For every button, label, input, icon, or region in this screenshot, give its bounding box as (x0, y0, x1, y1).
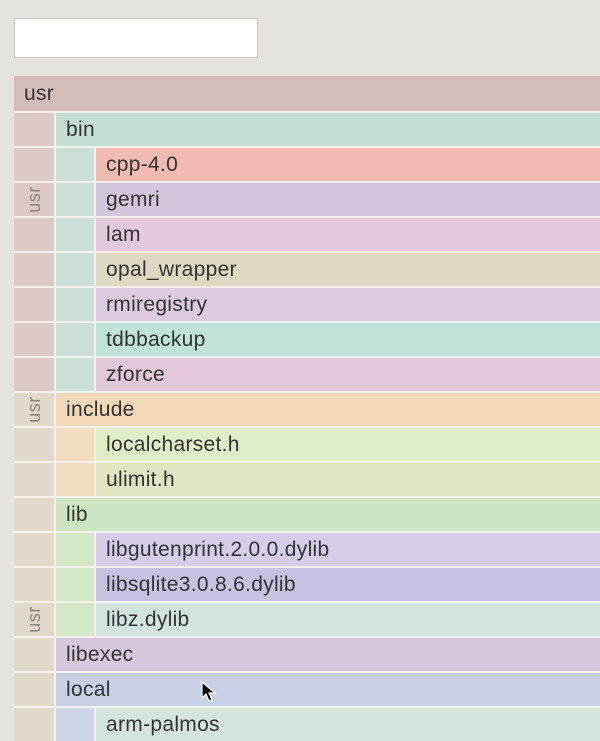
tree-label: arm-palmos (94, 708, 600, 741)
tree-label: rmiregistry (94, 288, 600, 321)
toolbar (0, 0, 600, 76)
tree-row[interactable]: opal_wrapper (14, 251, 600, 286)
tree-label: tdbbackup (94, 323, 600, 356)
tree-label: localcharset.h (94, 428, 600, 461)
tree-row[interactable]: rmiregistry (14, 286, 600, 321)
tree-row[interactable]: ulimit.h (14, 461, 600, 496)
tree-label-libexec: libexec (54, 638, 600, 671)
tree-row-bin[interactable]: bin (14, 111, 600, 146)
tree-label-bin: bin (54, 113, 600, 146)
tree-label: gemri (94, 183, 600, 216)
tree-row[interactable]: localcharset.h (14, 426, 600, 461)
tree-label: zforce (94, 358, 600, 391)
gutter-label: usr (14, 603, 54, 636)
tree-row-local[interactable]: local (14, 671, 600, 706)
tree-label: opal_wrapper (94, 253, 600, 286)
tree-row-include[interactable]: usr include (14, 391, 600, 426)
tree-row-usr[interactable]: usr (14, 76, 600, 111)
tree-label: cpp-4.0 (94, 148, 600, 181)
tree-row[interactable]: usr libz.dylib (14, 601, 600, 636)
gutter-label: usr (14, 183, 54, 216)
tree-label: libgutenprint.2.0.0.dylib (94, 533, 600, 566)
tree-row-lib[interactable]: lib (14, 496, 600, 531)
tree-row[interactable]: lam (14, 216, 600, 251)
tree-label: ulimit.h (94, 463, 600, 496)
tree-row[interactable]: cpp-4.0 (14, 146, 600, 181)
tree-label: libsqlite3.0.8.6.dylib (94, 568, 600, 601)
tree-row[interactable]: libsqlite3.0.8.6.dylib (14, 566, 600, 601)
tree-label: lam (94, 218, 600, 251)
search-input[interactable] (14, 18, 258, 58)
tree-row-libexec[interactable]: libexec (14, 636, 600, 671)
tree-view: usr bin cpp-4.0 usr gemri lam opal_wrapp… (14, 76, 600, 741)
tree-label-local: local (54, 673, 600, 706)
tree-label: libz.dylib (94, 603, 600, 636)
tree-label-lib: lib (54, 498, 600, 531)
tree-row[interactable]: arm-palmos (14, 706, 600, 741)
tree-row[interactable]: libgutenprint.2.0.0.dylib (14, 531, 600, 566)
tree-label-include: include (54, 393, 600, 426)
tree-row[interactable]: tdbbackup (14, 321, 600, 356)
tree-row[interactable]: usr gemri (14, 181, 600, 216)
gutter-label: usr (14, 393, 54, 426)
tree-label-usr: usr (14, 76, 600, 111)
tree-row[interactable]: zforce (14, 356, 600, 391)
